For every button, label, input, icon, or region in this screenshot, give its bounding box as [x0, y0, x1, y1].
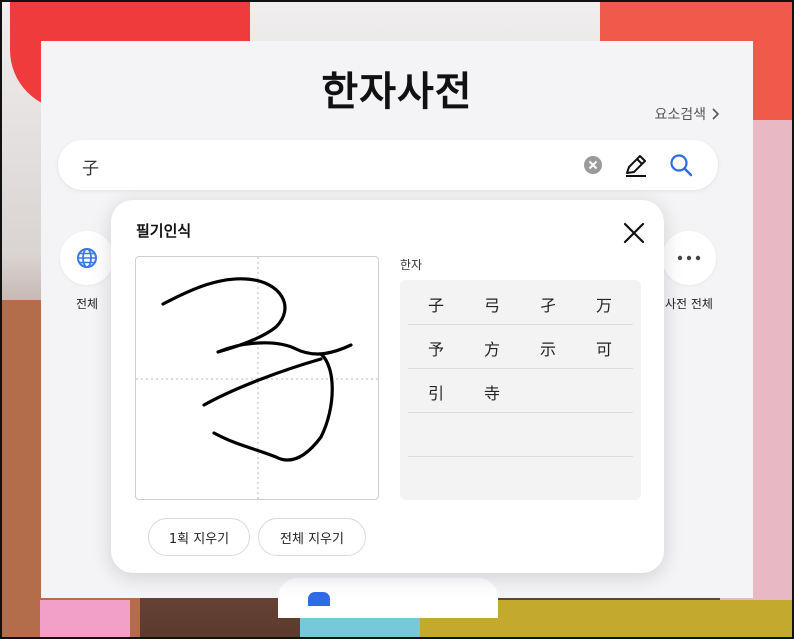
candidate-char[interactable]: 引	[408, 380, 464, 404]
candidate-char[interactable]: 予	[408, 336, 464, 360]
search-icon[interactable]	[668, 152, 694, 178]
undo-stroke-button[interactable]: 1획 지우기	[148, 518, 250, 556]
element-search-link[interactable]: 요소검색	[654, 104, 720, 124]
bottom-indicator	[308, 592, 330, 606]
clear-icon[interactable]	[583, 155, 603, 175]
candidate-row-empty	[408, 412, 633, 457]
close-icon[interactable]	[619, 218, 649, 248]
handwriting-title: 필기인식	[136, 222, 192, 240]
shortcut-all-button[interactable]	[60, 231, 114, 285]
shortcut-more-button[interactable]	[662, 231, 716, 285]
more-dots-icon	[677, 255, 701, 261]
page-title: 한자사전	[321, 70, 473, 114]
handwriting-canvas[interactable]	[135, 256, 379, 500]
candidate-char[interactable]: 孑	[520, 292, 576, 316]
search-bar[interactable]: 子	[58, 140, 718, 190]
candidate-char[interactable]: 弓	[464, 292, 520, 316]
handwriting-popup: 필기인식 한자 子 弓 孑 万 予 方 示 可 引 寺 1획 지우기 전체 지우…	[111, 200, 664, 573]
candidate-row: 子 弓 孑 万	[408, 280, 633, 325]
globe-icon	[77, 248, 97, 268]
candidate-char[interactable]: 可	[576, 336, 632, 360]
chevron-right-icon	[712, 108, 720, 120]
search-input[interactable]: 子	[82, 154, 99, 179]
candidate-row: 引 寺	[408, 368, 633, 413]
candidate-row: 予 方 示 可	[408, 324, 633, 369]
clear-all-button[interactable]: 전체 지우기	[258, 518, 366, 556]
candidate-list: 子 弓 孑 万 予 方 示 可 引 寺	[400, 280, 641, 500]
candidate-char[interactable]: 万	[576, 292, 632, 316]
element-search-label: 요소검색	[654, 107, 706, 123]
candidate-char[interactable]: 方	[464, 336, 520, 360]
candidate-char[interactable]: 寺	[464, 380, 520, 404]
candidate-char[interactable]: 子	[408, 292, 464, 316]
candidate-char[interactable]: 示	[520, 336, 576, 360]
handwriting-pen-icon[interactable]	[623, 152, 649, 178]
candidates-label: 한자	[400, 258, 423, 272]
handwriting-stroke	[136, 257, 378, 499]
